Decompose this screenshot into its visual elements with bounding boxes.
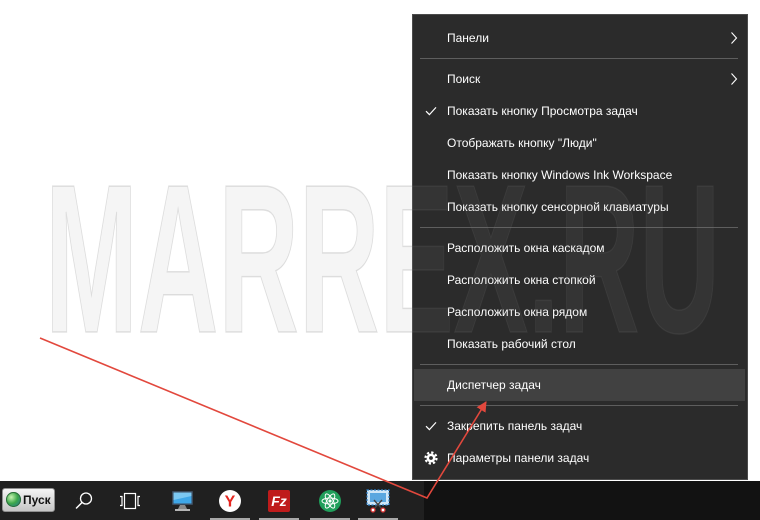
search-icon	[75, 491, 93, 509]
task-view-icon	[120, 492, 140, 509]
menu-item-label: Параметры панели задач	[447, 451, 590, 465]
filezilla-logo-text: Fz	[271, 493, 287, 509]
menu-item-label: Поиск	[447, 72, 481, 86]
menu-item-task-manager[interactable]: Диспетчер задач	[414, 369, 745, 401]
computer-monitor-icon	[172, 490, 193, 511]
menu-item-label: Расположить окна стопкой	[447, 273, 596, 287]
menu-item-taskbar-settings[interactable]: Параметры панели задач	[413, 442, 747, 474]
start-button-label: Пуск	[23, 493, 51, 507]
menu-item-show-desktop[interactable]: Показать рабочий стол	[413, 328, 747, 360]
menu-item-show-task-view-button[interactable]: Показать кнопку Просмотра задач	[413, 95, 747, 127]
yandex-browser-icon: Y	[219, 489, 241, 512]
taskbar-app-filezilla[interactable]: Fz	[256, 481, 302, 520]
start-button[interactable]: Пуск	[2, 488, 55, 512]
taskbar-app-snipping-tool[interactable]	[355, 481, 401, 520]
filezilla-icon: Fz	[268, 489, 290, 512]
menu-item-label: Диспетчер задач	[447, 378, 541, 392]
taskbar-app-yandex-browser[interactable]: Y	[207, 481, 253, 520]
menu-item-show-ink-workspace-button[interactable]: Показать кнопку Windows Ink Workspace	[413, 159, 747, 191]
menu-item-side-by-side-windows[interactable]: Расположить окна рядом	[413, 296, 747, 328]
menu-item-stack-windows[interactable]: Расположить окна стопкой	[413, 264, 747, 296]
gear-icon	[424, 451, 438, 465]
menu-item-label: Расположить окна каскадом	[447, 241, 605, 255]
menu-item-cascade-windows[interactable]: Расположить окна каскадом	[413, 232, 747, 264]
taskbar: Пуск Y Fz	[0, 481, 760, 520]
yandex-logo-letter: Y	[225, 493, 236, 510]
menu-item-lock-taskbar[interactable]: Закрепить панель задач	[413, 410, 747, 442]
chevron-right-icon	[731, 73, 738, 85]
menu-item-label: Показать кнопку Просмотра задач	[447, 104, 638, 118]
menu-item-label: Отображать кнопку "Люди"	[447, 136, 597, 150]
taskbar-app-atom[interactable]	[307, 481, 353, 520]
menu-item-panels[interactable]: Панели	[413, 22, 747, 54]
search-button[interactable]	[61, 481, 107, 520]
menu-item-label: Расположить окна рядом	[447, 305, 588, 319]
menu-item-label: Панели	[447, 31, 489, 45]
checkmark-icon	[425, 106, 437, 116]
windows-orb-icon	[6, 492, 21, 507]
menu-item-show-people-button[interactable]: Отображать кнопку "Люди"	[413, 127, 747, 159]
taskbar-context-menu: Панели Поиск Показать кнопку Просмотра з…	[412, 14, 748, 480]
menu-item-label: Закрепить панель задач	[447, 419, 583, 433]
menu-item-show-touch-keyboard-button[interactable]: Показать кнопку сенсорной клавиатуры	[413, 191, 747, 223]
menu-item-label: Показать кнопку Windows Ink Workspace	[447, 168, 673, 182]
menu-separator	[413, 54, 747, 63]
menu-item-label: Показать кнопку сенсорной клавиатуры	[447, 200, 669, 214]
menu-item-label: Показать рабочий стол	[447, 337, 576, 351]
snipping-tool-icon	[366, 488, 390, 513]
menu-separator	[413, 401, 747, 410]
menu-separator	[413, 223, 747, 232]
chevron-right-icon	[731, 32, 738, 44]
menu-item-search[interactable]: Поиск	[413, 63, 747, 95]
atom-app-icon	[319, 489, 341, 512]
taskbar-empty-area[interactable]	[424, 481, 760, 520]
task-view-button[interactable]	[107, 481, 153, 520]
checkmark-icon	[425, 421, 437, 431]
taskbar-app-this-pc[interactable]	[160, 481, 206, 520]
menu-separator	[413, 360, 747, 369]
